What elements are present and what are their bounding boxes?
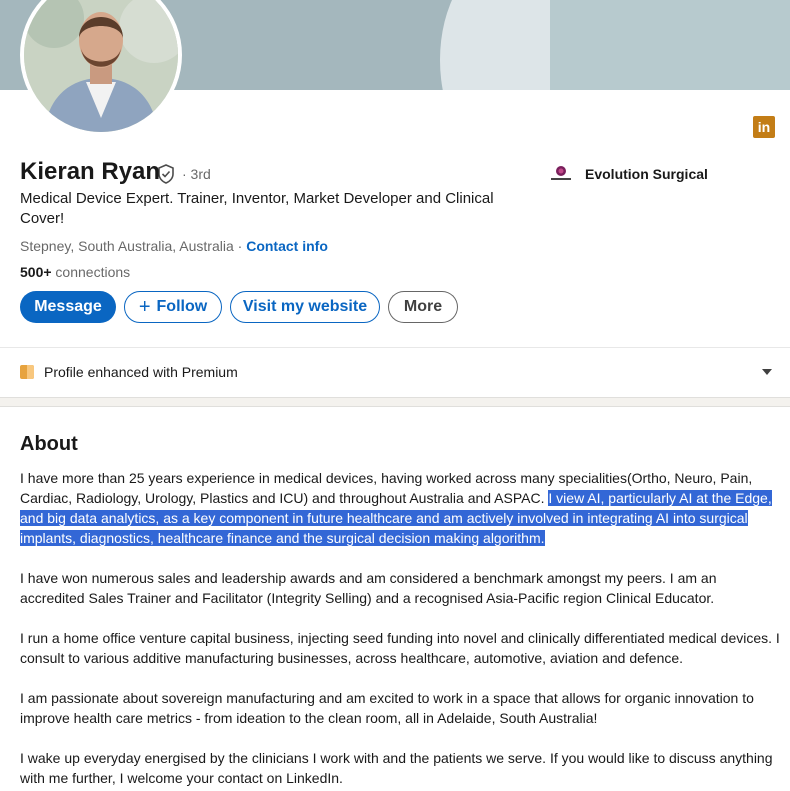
about-paragraph: I wake up everyday energised by the clin…: [20, 750, 773, 786]
about-paragraph: I have more than 25 years experience in …: [20, 468, 780, 548]
premium-section[interactable]: Profile enhanced with Premium: [20, 364, 238, 380]
company-name: Evolution Surgical: [585, 166, 708, 182]
profile-location: Stepney, South Australia, Australia · Co…: [20, 238, 328, 254]
connections-count[interactable]: 500+ connections: [20, 264, 130, 280]
about-title: About: [20, 433, 78, 455]
about-body: I have more than 25 years experience in …: [20, 468, 780, 791]
plus-icon: +: [138, 296, 151, 318]
premium-icon: [20, 365, 34, 379]
about-paragraph: I run a home office venture capital busi…: [20, 630, 780, 666]
connections-number: 500+: [20, 264, 52, 280]
profile-top-card: in Kieran Ryan · 3rd Evolution Surgical …: [0, 0, 790, 398]
location-separator: ·: [233, 238, 247, 254]
premium-label: Profile enhanced with Premium: [44, 364, 238, 380]
location-text: Stepney, South Australia, Australia: [20, 238, 234, 254]
message-button[interactable]: Message: [20, 291, 116, 323]
connection-degree: · 3rd: [182, 166, 211, 182]
about-paragraph: I have won numerous sales and leadership…: [20, 570, 717, 606]
connections-label: connections: [51, 264, 131, 280]
linkedin-icon[interactable]: in: [753, 116, 775, 138]
profile-name: Kieran Ryan: [20, 158, 161, 185]
divider: [0, 347, 790, 348]
caret-down-icon[interactable]: [762, 369, 772, 375]
follow-button[interactable]: + Follow: [124, 291, 222, 323]
more-button[interactable]: More: [388, 291, 458, 323]
company-logo: [549, 162, 573, 186]
verified-shield-icon[interactable]: [155, 163, 177, 185]
profile-headline: Medical Device Expert. Trainer, Inventor…: [20, 190, 494, 227]
contact-info-link[interactable]: Contact info: [246, 238, 328, 254]
current-company[interactable]: Evolution Surgical: [549, 162, 708, 186]
follow-label: Follow: [156, 298, 208, 315]
visit-website-button[interactable]: Visit my website: [230, 291, 380, 323]
avatar[interactable]: [20, 0, 182, 136]
about-paragraph: I am passionate about sovereign manufact…: [20, 690, 754, 726]
about-section: About I have more than 25 years experien…: [0, 406, 790, 791]
